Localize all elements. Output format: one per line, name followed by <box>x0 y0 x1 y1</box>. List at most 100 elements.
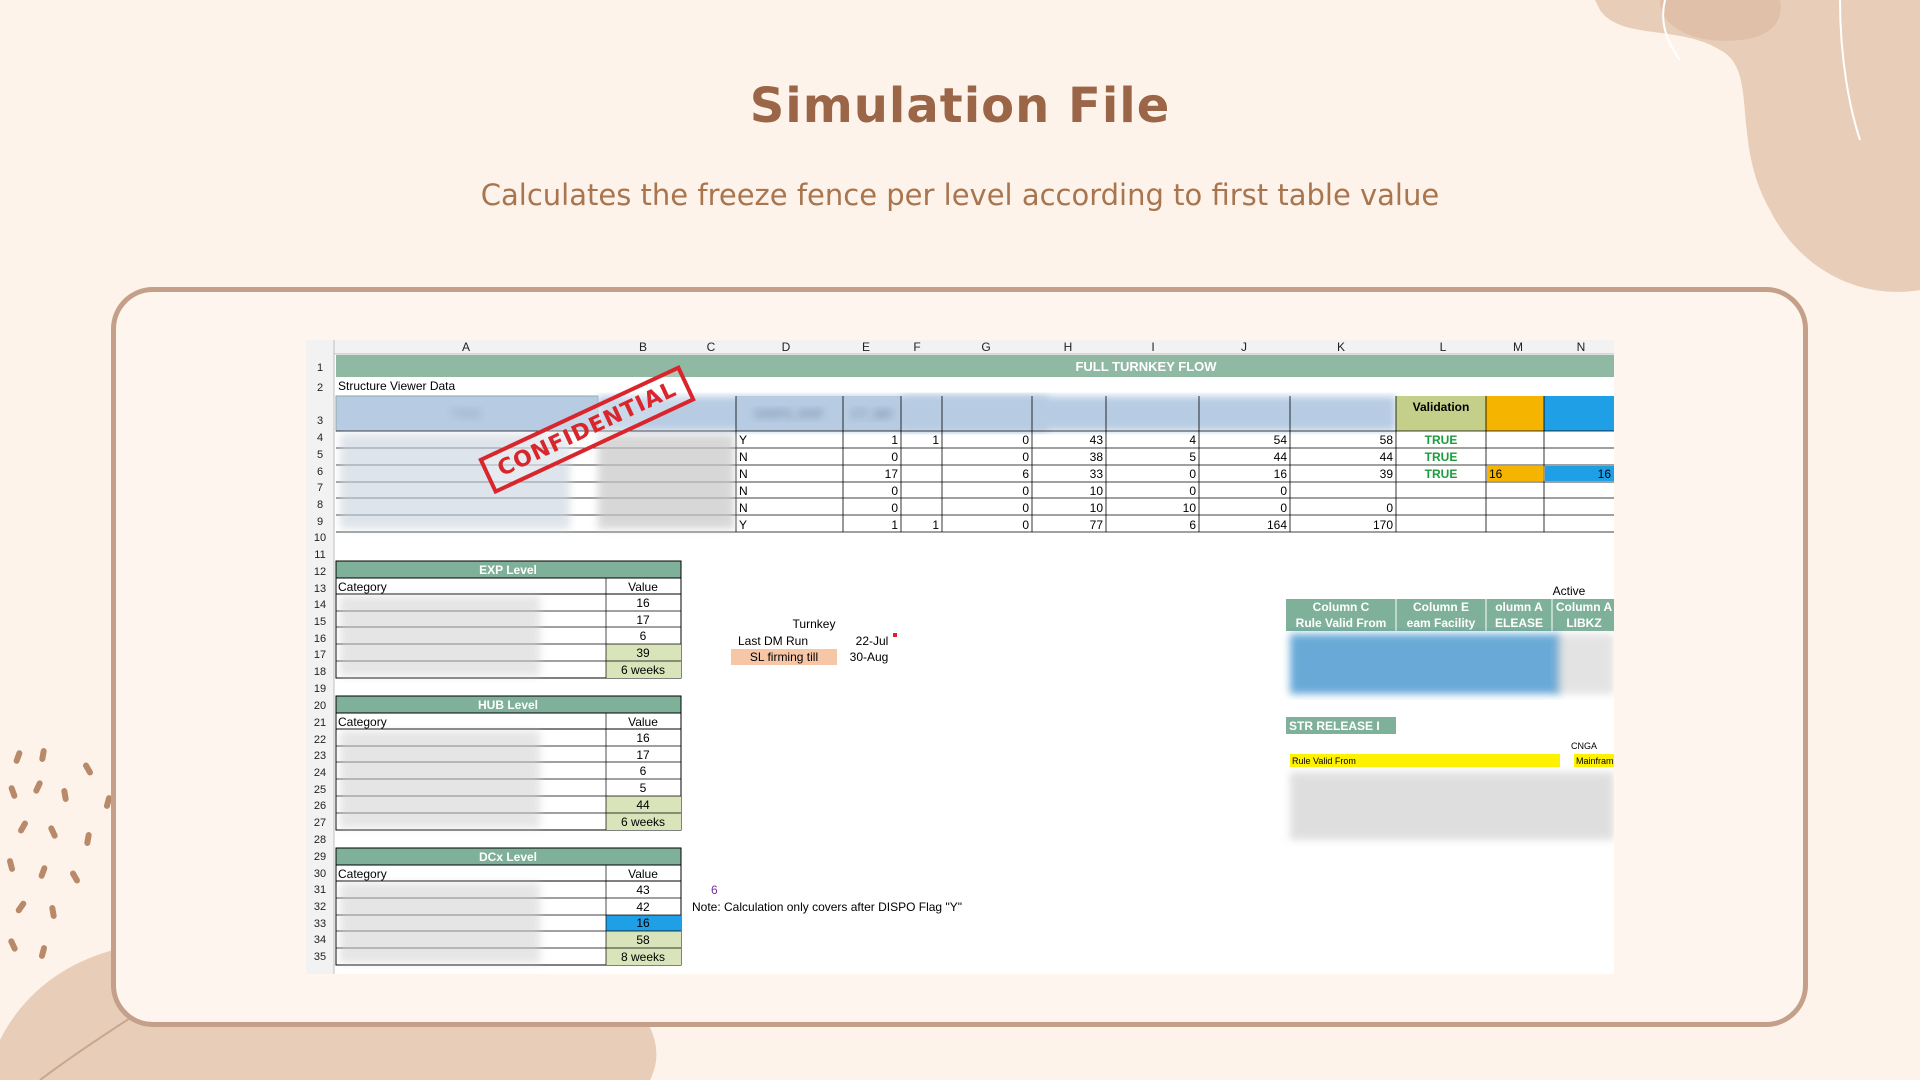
dcx-value: 16 <box>636 916 650 930</box>
cnga-label: CNGA <box>1571 741 1597 751</box>
col-header-n: N <box>1577 340 1586 354</box>
cell-e: 0 <box>891 501 898 515</box>
full-turnkey-banner <box>336 355 1614 377</box>
hub-category-header: Category <box>338 715 387 729</box>
exp-level-title: EXP Level <box>479 563 537 577</box>
cell-d: N <box>739 484 748 498</box>
cell-f: 1 <box>932 433 939 447</box>
dispo-header: DISPO_RAP <box>755 407 824 421</box>
row-number: 1 <box>317 362 323 374</box>
cell-e: 0 <box>891 450 898 464</box>
cell-i: 4 <box>1189 433 1196 447</box>
cell-g: 0 <box>1022 433 1029 447</box>
hub-value: 17 <box>636 748 650 762</box>
cell-n: 16 <box>1598 467 1612 481</box>
row-number: 34 <box>314 934 326 946</box>
active-label: Active <box>1553 584 1586 598</box>
row-number: 18 <box>314 666 326 678</box>
cell-d: N <box>739 450 748 464</box>
row-number: 29 <box>314 851 326 863</box>
cell-j: 16 <box>1274 467 1288 481</box>
row-number: 32 <box>314 901 326 913</box>
col-header-j: J <box>1241 340 1247 354</box>
cell-g: 0 <box>1022 450 1029 464</box>
row-number: 14 <box>314 599 326 611</box>
right-sub-header: Rule Valid From <box>1296 616 1387 630</box>
cell-k: 0 <box>1386 501 1393 515</box>
row-number: 11 <box>314 549 325 561</box>
col-header-h: H <box>1064 340 1073 354</box>
turnkey-label: Turnkey <box>793 617 836 631</box>
cell-d: N <box>739 501 748 515</box>
hub-level-title: HUB Level <box>478 698 538 712</box>
sl-firming-value: 30-Aug <box>850 650 889 664</box>
last-dm-run-label: Last DM Run <box>738 634 808 648</box>
cell-h: 10 <box>1090 484 1104 498</box>
row-number: 27 <box>314 817 326 829</box>
full-turnkey-banner-text: FULL TURNKEY FLOW <box>1075 359 1217 374</box>
cell-h: 10 <box>1090 501 1104 515</box>
spreadsheet-screenshot: A B C D E F G H I J K L M N 1 2 3 4 5 6 … <box>306 340 1614 974</box>
cell-j: 0 <box>1280 484 1287 498</box>
structure-viewer-label: Structure Viewer Data <box>338 379 455 393</box>
dcx-value: 8 weeks <box>621 950 665 964</box>
cell-l: TRUE <box>1425 467 1458 481</box>
exp-value: 6 <box>640 629 647 643</box>
row-number: 2 <box>317 382 323 394</box>
dcx-value: 42 <box>636 900 650 914</box>
cell-g: 0 <box>1022 501 1029 515</box>
cell-g: 6 <box>1022 467 1029 481</box>
col-header-a: A <box>462 340 470 354</box>
row-number: 19 <box>314 683 326 695</box>
cell-m: 16 <box>1489 467 1503 481</box>
exp-value: 39 <box>636 646 650 660</box>
sl-firming-label: SL firming till <box>750 650 818 664</box>
exp-level-table: EXP Level Category Value 16 17 6 39 6 we… <box>335 560 682 679</box>
col-header-e: E <box>862 340 870 354</box>
row-number: 3 <box>317 415 323 427</box>
cell-g: 0 <box>1022 484 1029 498</box>
cell-e: 1 <box>891 518 898 532</box>
tree-header: TREE <box>450 407 482 421</box>
ct-header: CT_MD <box>851 407 893 421</box>
cell-i: 0 <box>1189 484 1196 498</box>
right-panel: Active Column C Column E olumn A Column … <box>1286 584 1614 840</box>
col-header-f: F <box>913 340 920 354</box>
row-number: 16 <box>314 633 326 645</box>
col-header-k: K <box>1337 340 1345 354</box>
hub-value: 16 <box>636 731 650 745</box>
row-number: 9 <box>317 516 323 528</box>
row-number: 25 <box>314 784 326 796</box>
row-number: 28 <box>314 834 326 846</box>
hub-value-header: Value <box>628 715 658 729</box>
cell-j: 0 <box>1280 501 1287 515</box>
exp-value: 17 <box>636 613 650 627</box>
dcx-value-header: Value <box>628 867 658 881</box>
row-number: 20 <box>314 700 326 712</box>
cell-h: 43 <box>1090 433 1104 447</box>
cell-e: 1 <box>891 433 898 447</box>
right-sub-header: eam Facility <box>1407 616 1476 630</box>
row-number: 22 <box>314 734 326 746</box>
exp-value: 6 weeks <box>621 663 665 677</box>
right-col-header: olumn A <box>1495 600 1543 614</box>
row-number: 12 <box>314 566 326 578</box>
row-number: 17 <box>314 649 326 661</box>
exp-value: 16 <box>636 596 650 610</box>
row-number: 13 <box>314 583 326 595</box>
row-number: 8 <box>317 499 323 511</box>
row-number: 31 <box>314 884 326 896</box>
row-number: 24 <box>314 767 326 779</box>
cell-i: 10 <box>1183 501 1197 515</box>
cell-l: TRUE <box>1425 433 1458 447</box>
dcx-value: 58 <box>636 933 650 947</box>
cell-d: Y <box>739 518 747 532</box>
cell-d: Y <box>739 433 747 447</box>
row-number: 33 <box>314 918 326 930</box>
col-header-m: M <box>1513 340 1523 354</box>
exp-category-header: Category <box>338 580 387 594</box>
str-release-label: STR RELEASE I <box>1289 719 1380 733</box>
row-number: 10 <box>314 532 326 544</box>
cell-j: 54 <box>1274 433 1288 447</box>
hub-value: 6 weeks <box>621 815 665 829</box>
